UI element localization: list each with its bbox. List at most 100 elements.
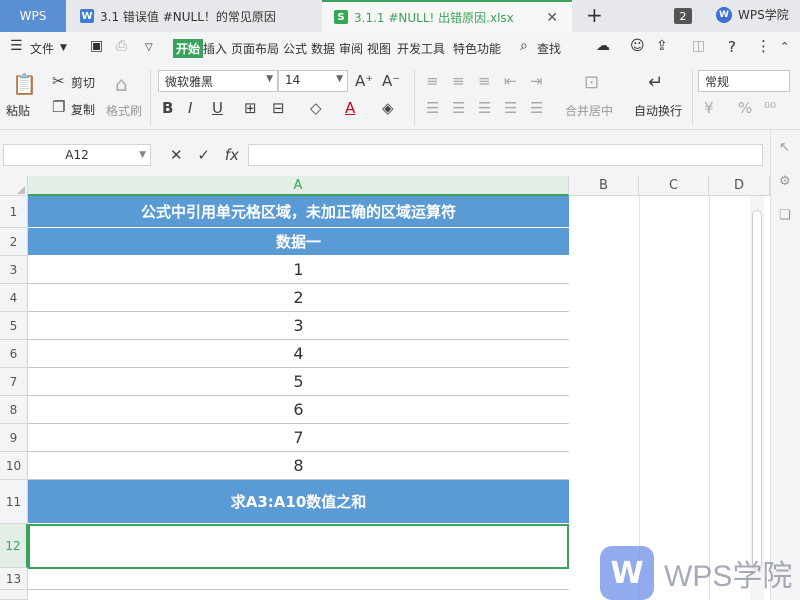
menu-review[interactable]: 审阅 [339,40,363,57]
tab-document[interactable]: W 3.1 错误值 #NULL！的常见原因 [68,0,318,32]
paste-icon[interactable]: 📋 [12,72,37,96]
row-header-7[interactable]: 7 [0,368,28,396]
file-chevron-down-icon[interactable]: ▼ [60,43,67,53]
cell-a12-selected[interactable] [28,524,569,569]
justify-icon[interactable]: ☰ [504,99,517,117]
row-header-4[interactable]: 4 [0,284,28,312]
cell-a3[interactable]: 1 [28,256,569,284]
row-header-8[interactable]: 8 [0,396,28,424]
bold-button[interactable]: B [162,99,173,117]
copy-button[interactable]: 复制 [71,101,95,118]
select-all-corner[interactable] [0,176,28,196]
settings-sliders-icon[interactable]: ⚙ [779,174,791,189]
increase-font-icon[interactable]: A⁺ [355,72,373,90]
cell-a6[interactable]: 4 [28,340,569,368]
cell-a11[interactable]: 求A3:A10数值之和 [28,480,569,524]
align-middle-icon[interactable]: ≡ [452,72,465,90]
cell-a7[interactable]: 5 [28,368,569,396]
underline-button[interactable]: U [212,99,223,117]
menu-file[interactable]: 文件 [30,40,54,57]
indent-increase-icon[interactable]: ⇥ [530,72,543,90]
column-header-d[interactable]: D [709,176,770,196]
cell-a13[interactable] [28,569,569,590]
font-size-select[interactable]: 14 ▼ [278,70,348,92]
font-name-select[interactable]: 微软雅黑 ▼ [158,70,278,92]
name-box[interactable]: A12 ▼ [3,144,151,166]
wrap-text-button[interactable]: 自动换行 [634,102,682,119]
row-header-2[interactable]: 2 [0,228,28,256]
menu-developer[interactable]: 开发工具 [397,40,445,57]
menu-formula[interactable]: 公式 [283,40,307,57]
cloud-sync-icon[interactable]: ☁ [596,38,610,54]
scrollbar-thumb[interactable] [752,210,762,570]
copy-icon[interactable]: ❐ [52,98,65,116]
window-count-badge[interactable]: 2 [674,8,692,24]
merge-center-button[interactable]: 合并居中 [565,102,613,119]
hamburger-icon[interactable]: ☰ [10,38,23,54]
print-icon[interactable]: ⎙ [116,38,127,54]
insert-function-icon[interactable]: fx [225,146,239,164]
quick-access-chevron-icon[interactable]: ▽ [145,42,153,53]
decrease-font-icon[interactable]: A⁻ [382,72,400,90]
new-tab-button[interactable]: + [586,3,603,27]
scissors-icon[interactable]: ✂ [52,72,65,90]
history-icon[interactable]: ◫ [692,38,705,54]
wps-academy-link[interactable]: W WPS学院 [716,6,789,23]
tab-wps-home[interactable]: WPS [0,0,66,32]
column-header-a[interactable]: A [28,176,569,196]
search-icon[interactable]: ⌕ [520,38,528,54]
column-header-c[interactable]: C [639,176,709,196]
tab-spreadsheet[interactable]: S 3.1.1 #NULL! 出错原因.xlsx ✕ [322,0,572,32]
formula-input[interactable] [248,144,763,166]
row-header-9[interactable]: 9 [0,424,28,452]
align-left-icon[interactable]: ☰ [426,99,439,117]
format-painter-button[interactable]: 格式刷 [106,102,142,119]
select-pointer-icon[interactable]: ↖ [779,140,790,155]
row-header-5[interactable]: 5 [0,312,28,340]
border-icon[interactable]: ⊞ [244,99,257,117]
column-header-b[interactable]: B [569,176,639,196]
close-tab-icon[interactable]: ✕ [546,10,558,26]
row-header-12[interactable]: 12 [0,524,28,568]
row-header-13[interactable]: 13 [0,568,28,590]
cell-a8[interactable]: 6 [28,396,569,424]
help-icon[interactable]: ? [728,38,736,56]
merge-center-icon[interactable]: ⊡ [584,72,599,93]
align-right-icon[interactable]: ☰ [478,99,491,117]
share-icon[interactable]: ⇪ [656,38,668,54]
confirm-icon[interactable]: ✓ [197,146,210,164]
vertical-scrollbar[interactable] [750,196,764,600]
row-header-3[interactable]: 3 [0,256,28,284]
layers-icon[interactable]: ❏ [779,208,791,223]
italic-button[interactable]: I [188,99,192,117]
save-icon[interactable]: ▣ [90,38,103,54]
row-header-14[interactable] [0,590,28,600]
collapse-ribbon-icon[interactable]: ⌃ [780,40,789,53]
align-center-icon[interactable]: ☰ [452,99,465,117]
number-format-select[interactable]: 常规 [698,70,790,92]
row-header-10[interactable]: 10 [0,452,28,480]
wrap-text-icon[interactable]: ↵ [648,72,663,93]
align-bottom-icon[interactable]: ≡ [478,72,491,90]
distribute-icon[interactable]: ☰ [530,99,543,117]
cell-a2[interactable]: 数据一 [28,228,569,256]
cancel-icon[interactable]: ✕ [170,146,183,164]
font-color-icon[interactable]: A [345,99,355,117]
search-label[interactable]: 查找 [537,40,561,57]
indent-decrease-icon[interactable]: ⇤ [504,72,517,90]
cut-button[interactable]: 剪切 [71,74,95,91]
collaborate-icon[interactable]: ☺ [630,38,645,54]
cell-a5[interactable]: 3 [28,312,569,340]
cell-a10[interactable]: 8 [28,452,569,480]
clear-format-icon[interactable]: ◈ [382,99,394,117]
currency-icon[interactable]: ¥ [704,99,714,117]
menu-view[interactable]: 视图 [367,40,391,57]
thousands-separator-icon[interactable]: ⁰⁰ [764,99,776,117]
strikethrough-icon[interactable]: ⊟ [272,99,285,117]
menu-insert[interactable]: 插入 [203,40,227,57]
format-painter-icon[interactable]: ⌂ [115,72,128,96]
align-top-icon[interactable]: ≡ [426,72,439,90]
row-header-6[interactable]: 6 [0,340,28,368]
fill-color-icon[interactable]: ◇ [310,99,322,117]
row-header-1[interactable]: 1 [0,196,28,228]
